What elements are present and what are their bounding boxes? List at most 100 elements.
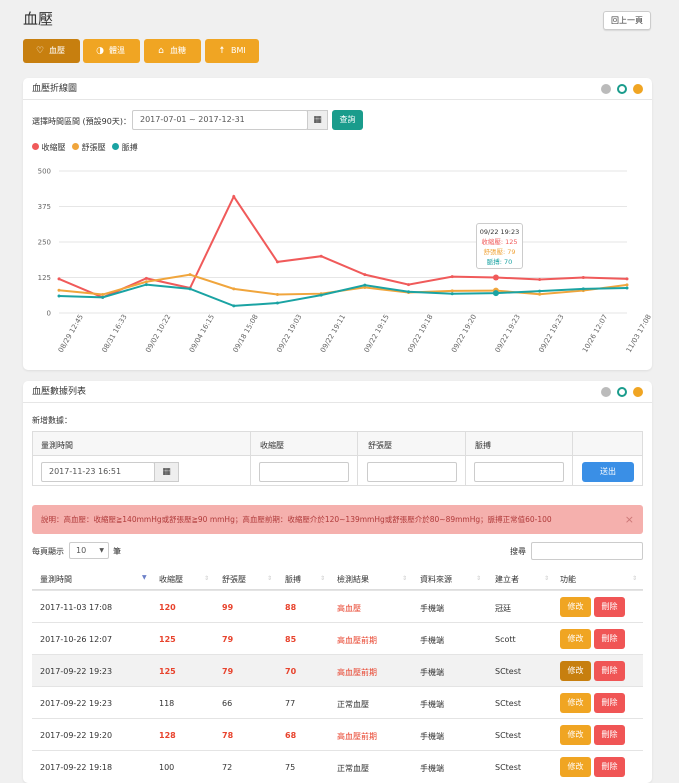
tab-blood-sugar[interactable]: ⌂ 血糖	[144, 39, 201, 63]
edit-button[interactable]: 修改	[560, 661, 591, 681]
diastolic-input[interactable]	[367, 462, 457, 482]
data-point-systolic	[407, 283, 411, 287]
divider	[465, 432, 466, 485]
sort-icon: ⇕	[544, 575, 550, 582]
tab-bmi[interactable]: ☨ BMI	[205, 39, 259, 63]
data-point-pulse	[57, 294, 61, 298]
col-systolic[interactable]: 收縮壓	[159, 574, 183, 585]
col-diastolic[interactable]: 舒張壓	[222, 574, 246, 585]
wrench-icon[interactable]	[601, 387, 611, 397]
cell-sys: 125	[159, 635, 176, 644]
edit-button[interactable]: 修改	[560, 725, 591, 745]
cell-creator: SCtest	[495, 699, 522, 708]
edit-button[interactable]: 修改	[560, 629, 591, 649]
x-tick-label: 09/22 19:18	[406, 313, 434, 354]
table-panel: 血壓數據列表 新增數據： 量測時間 收縮壓 舒張壓 脈搏 2017-11-23 …	[23, 381, 652, 783]
data-point-diastolic	[232, 287, 236, 291]
divider	[357, 432, 358, 485]
data-point-pulse	[144, 283, 148, 287]
edit-button[interactable]: 修改	[560, 757, 591, 777]
chart-panel-header: 血壓折線圖	[23, 78, 652, 100]
per-page-suffix: 筆	[113, 547, 121, 556]
delete-button[interactable]: 刪除	[594, 629, 625, 649]
range-label: 選擇時間區間 (預設90天)：	[32, 117, 131, 126]
col-creator[interactable]: 建立者	[495, 574, 519, 585]
back-button[interactable]: 回上一頁	[603, 11, 651, 30]
refresh-icon[interactable]	[617, 84, 627, 94]
cell-result: 高血壓前期	[337, 636, 377, 645]
data-point-diastolic	[625, 283, 629, 287]
data-point-systolic	[363, 273, 367, 277]
form-header-time: 量測時間	[41, 441, 73, 450]
cell-sys: 120	[159, 603, 176, 612]
collapse-icon[interactable]	[633, 84, 643, 94]
legend-swatch-systolic	[32, 143, 39, 150]
collapse-icon[interactable]	[633, 387, 643, 397]
per-page-prefix: 每頁顯示	[32, 547, 64, 556]
close-icon[interactable]: ×	[625, 505, 634, 534]
col-time[interactable]: 量測時間	[40, 574, 72, 585]
edit-button[interactable]: 修改	[560, 597, 591, 617]
table-row: 2017-11-03 17:08 120 99 88 高血壓 手機端 冠廷 修改 刪除	[32, 590, 643, 622]
systolic-input[interactable]	[259, 462, 349, 482]
col-source[interactable]: 資料來源	[420, 574, 452, 585]
calendar-icon[interactable]: ▦	[307, 110, 328, 130]
tooltip-systolic: 收縮壓: 125	[481, 238, 518, 246]
y-tick-label: 0	[47, 310, 51, 318]
x-tick-label: 09/22 19:23	[537, 313, 565, 354]
cell-result: 正常血壓	[337, 700, 369, 709]
sort-icon: ⇕	[320, 575, 326, 582]
submit-button[interactable]: 送出	[582, 462, 634, 482]
delete-button[interactable]: 刪除	[594, 661, 625, 681]
x-tick-label: 11/03 17:08	[625, 313, 652, 354]
cell-pulse: 88	[285, 603, 297, 612]
data-point-diastolic	[144, 280, 148, 284]
per-page-select[interactable]: 10 ▼	[69, 542, 109, 559]
data-point-diastolic	[538, 292, 542, 296]
col-pulse[interactable]: 脈搏	[285, 574, 301, 585]
person-icon: ☨	[219, 46, 225, 56]
data-point-systolic	[232, 195, 236, 199]
x-tick-label: 08/31 16:33	[100, 313, 128, 354]
delete-button[interactable]: 刪除	[594, 597, 625, 617]
tab-blood-pressure[interactable]: ♡ 血壓	[23, 39, 80, 63]
new-data-label: 新增數據：	[32, 416, 72, 425]
table-header-row: 量測時間 ▼ 收縮壓 ⇕ 舒張壓 ⇕ 脈搏 ⇕ 檢測結果 ⇕ 資料來源 ⇕ 建立…	[32, 568, 643, 590]
table-row: 2017-09-22 19:18 100 72 75 正常血壓 手機端 SCtest 修改 刪除	[32, 750, 643, 782]
calendar-icon[interactable]: ▦	[154, 462, 179, 482]
y-tick-label: 125	[38, 274, 51, 282]
cell-sys: 118	[159, 699, 175, 708]
cell-pulse: 85	[285, 635, 297, 644]
wrench-icon[interactable]	[601, 84, 611, 94]
query-button[interactable]: 查詢	[332, 110, 363, 130]
data-point-pulse	[538, 289, 542, 293]
data-point-diastolic	[101, 293, 105, 297]
tab-temperature[interactable]: ◑ 體溫	[83, 39, 140, 63]
cell-time: 2017-10-26 12:07	[40, 635, 113, 644]
cell-creator: Scott	[495, 635, 516, 644]
chevron-down-icon: ▼	[99, 547, 104, 554]
cell-sys: 128	[159, 731, 176, 740]
date-range-input[interactable]: 2017-07-01 ~ 2017-12-31	[132, 110, 308, 130]
cell-time: 2017-09-22 19:20	[40, 731, 113, 740]
pulse-input[interactable]	[474, 462, 564, 482]
col-actions: 功能	[560, 575, 576, 584]
cell-pulse: 77	[285, 699, 296, 708]
cell-time: 2017-09-22 19:23	[40, 667, 113, 676]
cell-result: 高血壓前期	[337, 668, 377, 677]
cell-dia: 79	[222, 635, 234, 644]
refresh-icon[interactable]	[617, 387, 627, 397]
delete-button[interactable]: 刪除	[594, 693, 625, 713]
legend-swatch-pulse	[112, 143, 120, 150]
delete-button[interactable]: 刪除	[594, 725, 625, 745]
cell-time: 2017-11-03 17:08	[40, 603, 113, 612]
legend-systolic: 收縮壓	[41, 143, 66, 152]
delete-button[interactable]: 刪除	[594, 757, 625, 777]
measure-time-input[interactable]: 2017-11-23 16:51	[41, 462, 155, 482]
data-point-pulse	[492, 290, 499, 297]
edit-button[interactable]: 修改	[560, 693, 591, 713]
data-point-systolic	[492, 274, 499, 281]
search-input[interactable]	[531, 542, 643, 560]
col-result[interactable]: 檢測結果	[337, 574, 369, 585]
data-point-pulse	[275, 301, 279, 305]
